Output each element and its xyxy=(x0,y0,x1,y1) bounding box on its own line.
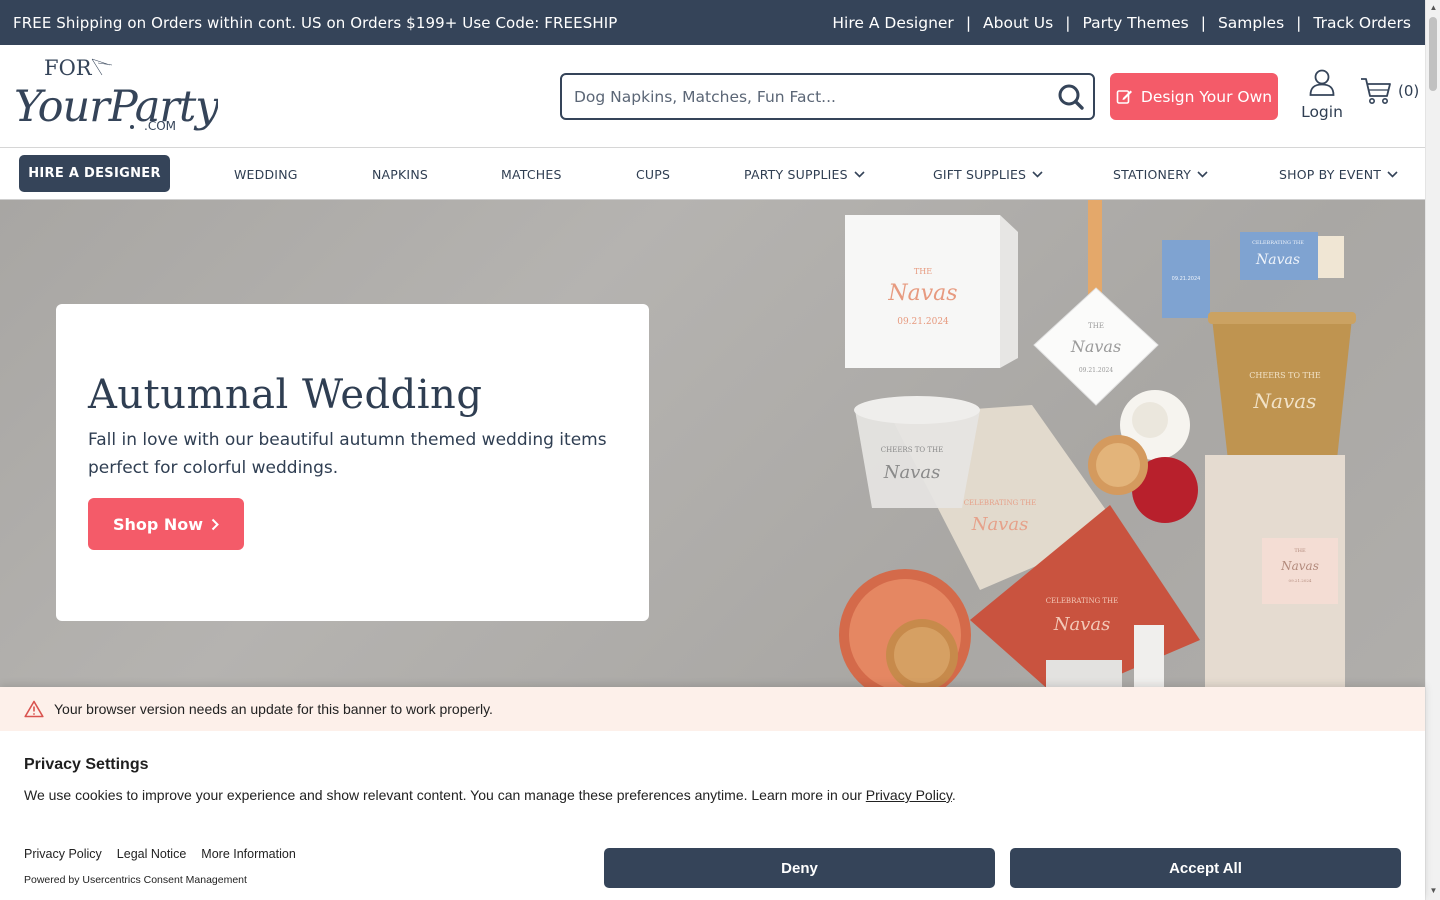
separator: | xyxy=(1296,13,1302,32)
nav-item-party-supplies[interactable]: PARTY SUPPLIES xyxy=(744,148,865,200)
accept-all-button[interactable]: Accept All xyxy=(1010,848,1401,888)
chevron-down-icon xyxy=(1032,170,1043,178)
cart-button[interactable]: (0) xyxy=(1360,77,1419,105)
page-scrollbar[interactable]: ▲ ▼ xyxy=(1425,0,1440,900)
powered-by: Powered by Usercentrics Consent Manageme… xyxy=(24,874,247,886)
legal-notice-link[interactable]: Legal Notice xyxy=(117,847,187,861)
login-label: Login xyxy=(1301,103,1343,121)
top-link-party-themes[interactable]: Party Themes xyxy=(1082,14,1188,32)
nav-item-label: WEDDING xyxy=(234,166,298,182)
hero-text: Fall in love with our beautiful autumn t… xyxy=(88,430,607,478)
art-label: CELEBRATING THE xyxy=(1046,597,1119,605)
art-label: CHEERS TO THE xyxy=(881,446,944,454)
consent-links: Privacy Policy Legal Notice More Informa… xyxy=(24,847,296,861)
nav-item-stationery[interactable]: STATIONERY xyxy=(1113,148,1208,200)
art-label: Navas xyxy=(883,462,941,483)
art-label: THE xyxy=(914,267,932,276)
art-label: Navas xyxy=(1053,614,1111,635)
chevron-right-icon xyxy=(211,518,219,530)
privacy-policy-inline-link[interactable]: Privacy Policy xyxy=(866,787,952,803)
art-label: 09.21.2024 xyxy=(1079,367,1114,374)
privacy-title: Privacy Settings xyxy=(24,756,149,773)
cart-count: (0) xyxy=(1398,82,1420,100)
art-label: THE xyxy=(1088,322,1104,330)
art-label: 09.21.2024 xyxy=(897,317,949,327)
search-input[interactable] xyxy=(562,75,1049,118)
cart-icon xyxy=(1361,78,1391,104)
nav-item-napkins[interactable]: NAPKINS xyxy=(372,148,428,200)
privacy-consent-banner: Your browser version needs an update for… xyxy=(0,687,1425,900)
edit-icon xyxy=(1116,90,1132,104)
nav-item-label: NAPKINS xyxy=(372,166,429,182)
design-your-own-button[interactable]: Design Your Own xyxy=(1110,73,1278,120)
hero-product-image: THE Navas 09.21.2024 THE Navas 09.21.202… xyxy=(839,200,1356,700)
scroll-up-icon[interactable]: ▲ xyxy=(1429,3,1438,12)
site-header: FOR YourParty .COM Design Your Own Login xyxy=(0,45,1425,148)
chevron-down-icon xyxy=(1197,170,1208,178)
browser-warning: Your browser version needs an update for… xyxy=(0,687,1425,731)
hero-title: Autumnal Wedding xyxy=(88,372,483,418)
nav-item-shop-by-event[interactable]: SHOP BY EVENT xyxy=(1279,148,1398,200)
site-logo[interactable]: FOR YourParty .COM xyxy=(14,51,221,137)
nav-item-cups[interactable]: CUPS xyxy=(636,148,670,200)
privacy-description-end: . xyxy=(951,787,956,803)
privacy-description-text: We use cookies to improve your experienc… xyxy=(24,787,866,803)
login-button[interactable]: Login xyxy=(1298,69,1346,121)
logo-line-2: YourParty xyxy=(14,82,218,132)
top-link-about-us[interactable]: About Us xyxy=(983,14,1053,32)
scroll-down-icon[interactable]: ▼ xyxy=(1429,886,1438,895)
art-label: CELEBRATING THE xyxy=(964,499,1037,507)
shop-now-label: Shop Now xyxy=(112,514,204,534)
art-label: Navas xyxy=(1280,559,1319,573)
separator: | xyxy=(1065,13,1071,32)
nav-hire-designer-button[interactable]: HIRE A DESIGNER xyxy=(19,155,170,192)
warning-text: Your browser version needs an update for… xyxy=(54,701,493,717)
warning-icon xyxy=(24,700,44,718)
nav-item-label: PARTY SUPPLIES xyxy=(744,166,848,182)
logo-line-1: FOR xyxy=(44,56,93,80)
chevron-down-icon xyxy=(854,170,865,178)
search-bar xyxy=(560,73,1095,120)
search-icon[interactable] xyxy=(1049,75,1093,119)
announcement-bar: FREE Shipping on Orders within cont. US … xyxy=(0,0,1425,45)
art-label: CELEBRATING THE xyxy=(1252,240,1304,246)
chevron-down-icon xyxy=(1387,170,1398,178)
nav-item-label: CUPS xyxy=(636,166,671,182)
art-label: Navas xyxy=(1255,252,1300,268)
logo-line-3: .COM xyxy=(144,119,176,133)
top-links: Hire A Designer | About Us | Party Theme… xyxy=(832,14,1411,32)
nav-item-label: GIFT SUPPLIES xyxy=(933,166,1027,182)
art-label: Navas xyxy=(887,281,957,306)
nav-item-label: STATIONERY xyxy=(1113,166,1192,182)
separator: | xyxy=(965,13,972,32)
art-label: 09.21.2024 xyxy=(1172,276,1201,282)
art-label: Navas xyxy=(1253,389,1317,413)
more-information-link[interactable]: More Information xyxy=(201,847,295,861)
hero-banner: Autumnal Wedding Fall in love with our b… xyxy=(0,200,1425,700)
nav-item-label: SHOP BY EVENT xyxy=(1279,166,1382,182)
shop-now-button[interactable]: Shop Now xyxy=(88,498,244,550)
user-icon xyxy=(1309,69,1335,96)
art-label: Navas xyxy=(971,514,1029,535)
main-nav: HIRE A DESIGNER WEDDING NAPKINS MATCHES … xyxy=(0,148,1425,200)
top-link-track-orders[interactable]: Track Orders xyxy=(1313,14,1411,32)
art-label: Navas xyxy=(1070,337,1121,356)
art-label: 09.21.2024 xyxy=(1289,578,1312,583)
nav-item-gift-supplies[interactable]: GIFT SUPPLIES xyxy=(933,148,1043,200)
privacy-description: We use cookies to improve your experienc… xyxy=(24,787,956,803)
nav-item-wedding[interactable]: WEDDING xyxy=(234,148,298,200)
separator: | xyxy=(1200,13,1206,32)
shipping-promo: FREE Shipping on Orders within cont. US … xyxy=(13,13,618,32)
design-your-own-label: Design Your Own xyxy=(1140,87,1273,106)
scrollbar-thumb[interactable] xyxy=(1429,17,1437,91)
privacy-policy-link[interactable]: Privacy Policy xyxy=(24,847,102,861)
nav-item-label: MATCHES xyxy=(501,166,562,182)
art-label: THE xyxy=(1294,548,1306,554)
top-link-hire-designer[interactable]: Hire A Designer xyxy=(832,14,953,32)
top-link-samples[interactable]: Samples xyxy=(1218,14,1284,32)
art-label: CHEERS TO THE xyxy=(1249,371,1321,380)
nav-item-matches[interactable]: MATCHES xyxy=(501,148,562,200)
deny-button[interactable]: Deny xyxy=(604,848,995,888)
hero-card: Autumnal Wedding Fall in love with our b… xyxy=(56,304,649,621)
